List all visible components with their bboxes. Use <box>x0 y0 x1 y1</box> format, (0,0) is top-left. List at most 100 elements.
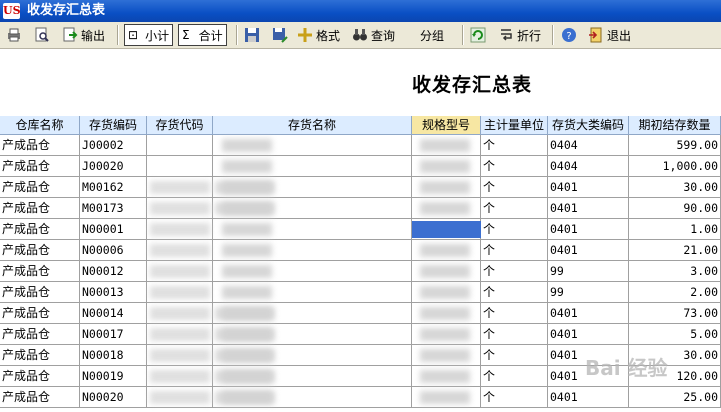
table-cell[interactable]: N00012 <box>80 261 147 282</box>
table-cell[interactable]: 2.00 <box>629 282 721 303</box>
table-cell[interactable]: 5.00 <box>629 324 721 345</box>
svg-text:?: ? <box>566 31 571 42</box>
table-cell[interactable]: 个 <box>481 324 548 345</box>
table-cell[interactable]: 个 <box>481 303 548 324</box>
table-cell[interactable]: 个 <box>481 219 548 240</box>
table-cell[interactable]: 产成品仓 <box>0 219 80 240</box>
table-cell[interactable]: 产成品仓 <box>0 282 80 303</box>
table-cell[interactable]: 0401 <box>548 198 629 219</box>
column-header[interactable]: 规格型号 <box>412 116 481 135</box>
table-cell[interactable]: 产成品仓 <box>0 240 80 261</box>
toolbar: 输出 ⊡ 小计 Σ 合计 格式 查询 分组 折行 ? 退出 <box>0 22 721 49</box>
table-cell[interactable]: 21.00 <box>629 240 721 261</box>
output-button[interactable]: 输出 <box>62 24 105 46</box>
table-cell[interactable]: 90.00 <box>629 198 721 219</box>
redacted-value <box>420 139 470 152</box>
save-button[interactable] <box>244 24 260 46</box>
redacted-value <box>420 307 470 320</box>
table-cell[interactable]: 99 <box>548 282 629 303</box>
toolbar-separator <box>462 25 464 45</box>
table-cell[interactable]: 产成品仓 <box>0 345 80 366</box>
table-cell[interactable]: J00020 <box>80 156 147 177</box>
table-cell[interactable]: N00001 <box>80 219 147 240</box>
toolbar-separator <box>236 25 238 45</box>
table-cell[interactable]: 0404 <box>548 156 629 177</box>
table-cell[interactable]: N00006 <box>80 240 147 261</box>
table-cell[interactable]: 个 <box>481 177 548 198</box>
table-cell[interactable]: 个 <box>481 387 548 408</box>
table-cell[interactable]: 0401 <box>548 219 629 240</box>
table-cell[interactable]: 产成品仓 <box>0 387 80 408</box>
table-cell[interactable]: 30.00 <box>629 177 721 198</box>
save-as-button[interactable] <box>272 24 288 46</box>
table-cell[interactable]: 产成品仓 <box>0 135 80 156</box>
table-cell[interactable]: N00019 <box>80 366 147 387</box>
table-cell[interactable]: 99 <box>548 261 629 282</box>
redacted-value <box>150 391 210 404</box>
table-cell[interactable]: M00162 <box>80 177 147 198</box>
refresh-button[interactable] <box>470 24 486 46</box>
table-cell[interactable]: N00017 <box>80 324 147 345</box>
subtotal-label: 小计 <box>145 28 170 43</box>
table-cell[interactable]: 0404 <box>548 135 629 156</box>
column-header[interactable]: 主计量单位 <box>481 116 548 135</box>
print-button[interactable] <box>6 24 22 46</box>
save-icon <box>244 27 260 43</box>
column-header[interactable]: 存货名称 <box>213 116 412 135</box>
total-label: 合计 <box>198 28 223 43</box>
table-cell[interactable]: 产成品仓 <box>0 366 80 387</box>
column-header[interactable]: 仓库名称 <box>0 116 80 135</box>
help-button[interactable]: ? <box>561 24 577 46</box>
table-cell[interactable]: J00002 <box>80 135 147 156</box>
column-header[interactable]: 存货大类编码 <box>548 116 629 135</box>
save-as-icon <box>272 27 288 43</box>
column-header[interactable]: 存货编码 <box>80 116 147 135</box>
format-icon <box>297 27 313 43</box>
table-cell[interactable]: 个 <box>481 366 548 387</box>
query-button[interactable]: 查询 <box>352 24 395 46</box>
column-header[interactable]: 存货代码 <box>147 116 213 135</box>
subtotal-button[interactable]: ⊡ 小计 <box>124 24 174 46</box>
table-cell[interactable]: 0401 <box>548 177 629 198</box>
table-cell[interactable]: 个 <box>481 345 548 366</box>
column-header[interactable]: 期初结存数量 <box>629 116 721 135</box>
table-cell[interactable]: N00018 <box>80 345 147 366</box>
table-cell[interactable]: 产成品仓 <box>0 324 80 345</box>
table-cell[interactable]: 1.00 <box>629 219 721 240</box>
table-cell[interactable] <box>147 135 213 156</box>
table-cell[interactable]: 个 <box>481 240 548 261</box>
table-cell[interactable]: 个 <box>481 198 548 219</box>
toolbar-separator <box>117 25 119 45</box>
wrap-button[interactable]: 折行 <box>498 24 541 46</box>
table-cell[interactable]: 599.00 <box>629 135 721 156</box>
table-cell[interactable]: 1,000.00 <box>629 156 721 177</box>
table-cell[interactable]: 个 <box>481 261 548 282</box>
total-button[interactable]: Σ 合计 <box>178 24 227 46</box>
table-cell[interactable]: N00013 <box>80 282 147 303</box>
table-cell[interactable]: 产成品仓 <box>0 177 80 198</box>
redacted-value <box>215 181 275 194</box>
table-cell[interactable]: 个 <box>481 156 548 177</box>
table-cell[interactable]: N00020 <box>80 387 147 408</box>
exit-button[interactable]: 退出 <box>588 24 631 46</box>
table-cell[interactable]: 3.00 <box>629 261 721 282</box>
group-button[interactable]: 分组 <box>420 24 444 46</box>
table-cell[interactable]: N00014 <box>80 303 147 324</box>
table-cell[interactable]: 73.00 <box>629 303 721 324</box>
table-cell[interactable]: M00173 <box>80 198 147 219</box>
table-cell[interactable]: 产成品仓 <box>0 198 80 219</box>
app-logo-icon: US <box>3 3 21 19</box>
table-cell[interactable]: 0401 <box>548 303 629 324</box>
table-cell[interactable]: 产成品仓 <box>0 261 80 282</box>
table-cell[interactable]: 产成品仓 <box>0 156 80 177</box>
selected-cell[interactable] <box>412 221 481 238</box>
table-cell[interactable]: 产成品仓 <box>0 303 80 324</box>
table-cell[interactable]: 0401 <box>548 240 629 261</box>
table-cell[interactable]: 0401 <box>548 324 629 345</box>
table-cell[interactable]: 个 <box>481 282 548 303</box>
redacted-value <box>420 160 470 173</box>
table-cell[interactable]: 个 <box>481 135 548 156</box>
preview-button[interactable] <box>34 24 50 46</box>
table-cell[interactable] <box>147 156 213 177</box>
format-button[interactable]: 格式 <box>297 24 340 46</box>
